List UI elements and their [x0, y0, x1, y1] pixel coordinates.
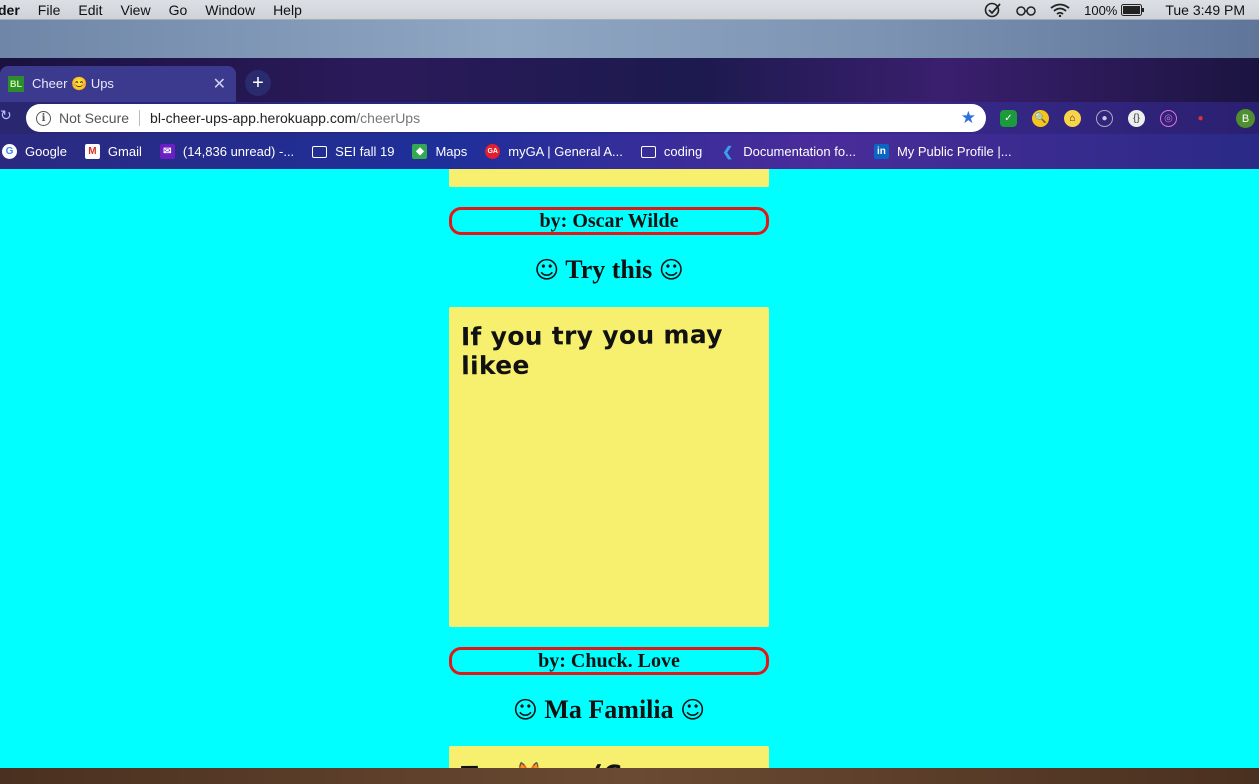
- home-extension-icon[interactable]: ⌂: [1064, 110, 1081, 127]
- author-badge: by: Chuck. Love: [449, 647, 769, 675]
- card-heading: ☺ Ma Familia ☺: [409, 695, 809, 725]
- battery-icon[interactable]: [1121, 4, 1145, 16]
- security-label[interactable]: Not Secure: [59, 110, 129, 126]
- sticky-note: [449, 169, 769, 187]
- tab-title: Cheer 😊 Ups: [32, 76, 114, 91]
- desktop-dock-area: [0, 768, 1259, 784]
- new-tab-button[interactable]: +: [245, 70, 271, 96]
- bookmark-label: SEI fall 19: [335, 144, 395, 159]
- bookmark-yahoo-mail[interactable]: ✉ (14,836 unread) -...: [159, 144, 295, 159]
- tab-favicon-icon: BL: [8, 76, 24, 92]
- reload-icon[interactable]: ↻: [0, 107, 12, 124]
- smiley-icon: ☺: [512, 696, 538, 724]
- wifi-icon[interactable]: [1050, 3, 1070, 17]
- json-extension-icon[interactable]: {}: [1128, 110, 1145, 127]
- folder-icon: [640, 145, 656, 158]
- menu-view[interactable]: View: [111, 0, 159, 20]
- color-extension-icon[interactable]: ◎: [1160, 110, 1177, 127]
- smiley-icon: ☺: [680, 696, 706, 724]
- menu-file[interactable]: File: [29, 0, 70, 20]
- battery-percent: 100%: [1084, 2, 1118, 18]
- bookmark-myga[interactable]: GA myGA | General A...: [485, 144, 623, 159]
- bookmark-maps[interactable]: ◆ Maps: [412, 144, 467, 159]
- note-text: T... 🦊 ... (C...: [449, 745, 769, 768]
- browser-tab[interactable]: BL Cheer 😊 Ups ✕: [0, 66, 236, 102]
- github-extension-icon[interactable]: ●: [1096, 110, 1113, 127]
- ga-icon: GA: [485, 144, 501, 159]
- yahoo-mail-icon: ✉: [159, 144, 175, 159]
- menu-edit[interactable]: Edit: [69, 0, 111, 20]
- profile-avatar[interactable]: B: [1236, 109, 1255, 128]
- folder-icon: [312, 145, 328, 158]
- menu-bar: der File Edit View Go Window Help 100% T…: [0, 0, 1259, 20]
- card-heading: ☺ Try this ☺: [409, 255, 809, 285]
- magnifier-extension-icon[interactable]: 🔍: [1032, 110, 1049, 127]
- card-heading-text: Try this: [565, 255, 653, 284]
- bookmark-sei-fall-19[interactable]: SEI fall 19: [312, 144, 394, 159]
- app-menu[interactable]: der: [0, 0, 29, 20]
- bookmark-label: Google: [25, 144, 67, 159]
- bookmarks-bar: G Google M Gmail ✉ (14,836 unread) -... …: [0, 134, 1259, 169]
- close-tab-icon[interactable]: ✕: [213, 74, 226, 94]
- menubar-clock[interactable]: Tue 3:49 PM: [1165, 2, 1245, 18]
- checkmark-extension-icon[interactable]: ✓: [1000, 110, 1017, 127]
- site-info-icon[interactable]: i: [36, 110, 51, 126]
- note-text: If you try you may likee: [460, 320, 723, 381]
- tab-bar: BL Cheer 😊 Ups ✕: [0, 58, 1259, 102]
- url-path: /cheerUps: [356, 110, 421, 126]
- divider: [139, 110, 141, 126]
- sticky-note: T... 🦊 ... (C...: [449, 746, 769, 768]
- bookmark-label: coding: [663, 144, 703, 159]
- gmail-icon: M: [84, 144, 100, 159]
- sticky-note: If you try you may likee: [449, 307, 769, 627]
- smiley-icon: ☺: [534, 256, 560, 284]
- glasses-icon[interactable]: [1016, 4, 1036, 16]
- linkedin-icon: in: [873, 144, 889, 159]
- bookmark-linkedin[interactable]: in My Public Profile |...: [873, 144, 1012, 159]
- author-badge: by: Oscar Wilde: [449, 207, 769, 235]
- menu-help[interactable]: Help: [264, 0, 311, 20]
- bookmark-label: myGA | General A...: [508, 144, 623, 159]
- bookmark-label: (14,836 unread) -...: [182, 144, 295, 159]
- maps-icon: ◆: [412, 144, 428, 159]
- address-bar[interactable]: i Not Secure bl-cheer-ups-app.herokuapp.…: [26, 104, 986, 132]
- bookmark-star-icon[interactable]: ★: [961, 108, 976, 128]
- bookmark-label: Maps: [435, 144, 468, 159]
- menu-window[interactable]: Window: [196, 0, 264, 20]
- google-icon: G: [2, 144, 17, 159]
- bookmark-coding[interactable]: coding: [640, 144, 703, 159]
- smiley-icon: ☺: [658, 256, 684, 284]
- check-status-icon[interactable]: [984, 2, 1002, 18]
- desktop-wallpaper: [0, 20, 1259, 58]
- adblock-extension-icon[interactable]: ●: [1192, 110, 1209, 127]
- bookmark-gmail[interactable]: M Gmail: [84, 144, 142, 159]
- bookmark-label: My Public Profile |...: [896, 144, 1012, 159]
- bookmark-documentation[interactable]: ❮ Documentation fo...: [720, 143, 856, 160]
- bookmark-label: Gmail: [107, 144, 142, 159]
- bookmark-label: Documentation fo...: [743, 144, 856, 159]
- bookmark-google[interactable]: G Google: [2, 144, 67, 159]
- card-heading-text: Ma Familia: [544, 695, 674, 724]
- page-viewport[interactable]: by: Oscar Wilde ☺ Try this ☺ If you try …: [0, 169, 1259, 768]
- url-host: bl-cheer-ups-app.herokuapp.com: [150, 110, 357, 126]
- menu-go[interactable]: Go: [160, 0, 197, 20]
- vscode-icon: ❮: [722, 143, 734, 159]
